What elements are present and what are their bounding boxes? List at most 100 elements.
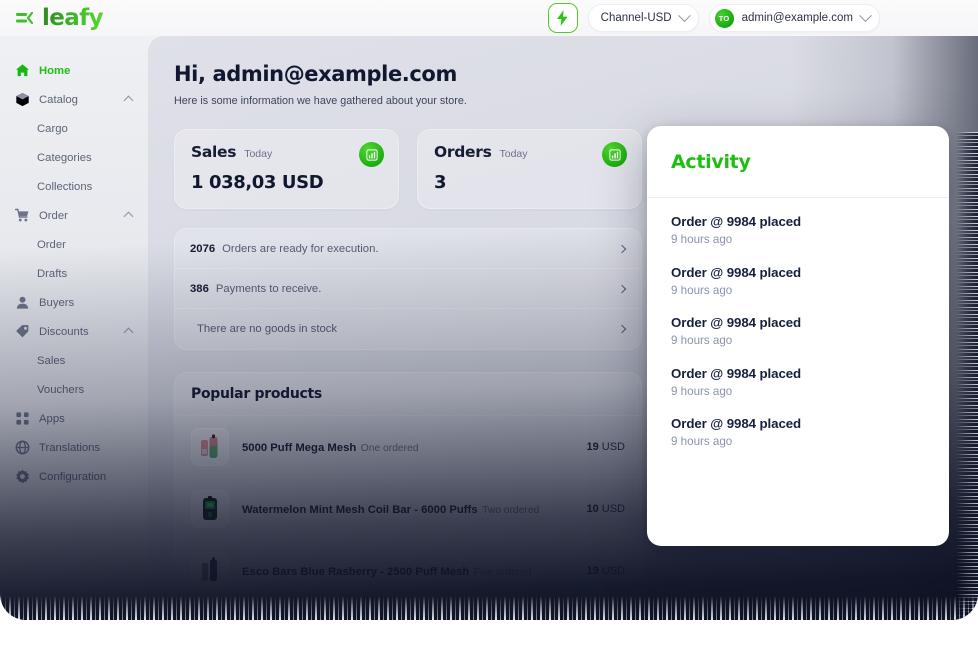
sidebar-item-collections[interactable]: Collections	[0, 172, 148, 201]
task-text: There are no goods in stock	[197, 323, 338, 335]
task-row[interactable]: There are no goods in stock	[175, 309, 641, 349]
chevron-up-icon	[123, 211, 134, 222]
brand-logo-text: leafy	[42, 5, 104, 31]
activity-item-time: 9 hours ago	[671, 233, 733, 246]
product-price-currency: USD	[601, 564, 625, 577]
stat-card-orders[interactable]: Orders Today 3	[417, 129, 642, 209]
activity-item[interactable]: Order @ 9984 placed 9 hours ago	[671, 265, 925, 297]
sidebar-item-cargo[interactable]: Cargo	[0, 114, 148, 143]
activity-panel: Activity Order @ 9984 placed 9 hours ago…	[647, 126, 949, 546]
sidebar-item-order[interactable]: Order	[0, 201, 148, 230]
product-orders: Two ordered	[482, 504, 540, 516]
product-price-currency: USD	[601, 502, 625, 515]
top-bar: leafy Channel-USD TO admin@example.com	[0, 0, 978, 36]
stat-card-header: Orders Today	[434, 143, 625, 161]
product-orders: One ordered	[360, 442, 419, 454]
account-menu[interactable]: TO admin@example.com	[708, 4, 880, 32]
product-row[interactable]: Watermelon Mint Mesh Coil Bar - 6000 Puf…	[175, 478, 641, 540]
task-row[interactable]: 2076 Orders are ready for execution.	[175, 229, 641, 269]
product-name: 5000 Puff Mega Mesh	[242, 441, 357, 454]
stat-card-sales[interactable]: Sales Today 1 038,03 USD	[174, 129, 399, 209]
stat-card-header: Sales Today	[191, 143, 382, 161]
activity-item-time: 9 hours ago	[671, 384, 733, 398]
task-row[interactable]: 386 Payments to receive.	[175, 269, 641, 309]
bottom-white-strip	[0, 620, 978, 646]
lightning-bolt-button[interactable]	[547, 3, 578, 33]
lightning-bolt-icon	[557, 10, 568, 26]
activity-item[interactable]: Order @ 9984 placed 9 hours ago	[671, 416, 925, 448]
collapse-sidebar-glyph	[15, 12, 33, 24]
product-info: Watermelon Mint Mesh Coil Bar - 6000 Puf…	[242, 500, 573, 518]
activity-item[interactable]: Order @ 9984 placed 9 hours ago	[671, 214, 925, 246]
product-info: 5000 Puff Mega Mesh One ordered	[242, 438, 573, 456]
task-text: Payments to receive.	[215, 282, 322, 295]
tag-icon	[14, 324, 30, 340]
activity-item-title: Order @ 9984 placed	[671, 214, 802, 229]
home-icon	[14, 63, 30, 79]
product-row[interactable]: 5000 Puff Mega Mesh One ordered 19 USD	[175, 416, 641, 478]
sidebar-item-home[interactable]: Home	[0, 56, 148, 85]
chevron-right-icon	[617, 324, 627, 334]
task-count: 2076	[190, 242, 216, 255]
cart-icon	[14, 208, 30, 224]
activity-list: Order @ 9984 placed 9 hours ago Order @ …	[647, 198, 949, 448]
product-price-value: 10	[586, 502, 599, 515]
grid-icon	[14, 411, 30, 427]
sidebar-item-label: Discounts	[39, 325, 89, 338]
box-icon	[14, 92, 30, 108]
account-menu-label: admin@example.com	[741, 12, 853, 24]
activity-item-title: Order @ 9984 placed	[671, 315, 802, 330]
sidebar-item-catalog[interactable]: Catalog	[0, 85, 148, 114]
vape-dark-green-thumbnail	[191, 489, 229, 528]
sidebar-item-configuration[interactable]: Configuration	[0, 462, 148, 491]
vape-blue-thumbnail	[191, 551, 229, 590]
vape-pink-green-thumbnail	[191, 427, 229, 466]
sidebar-item-vouchers[interactable]: Vouchers	[0, 375, 148, 404]
globe-icon	[14, 440, 30, 456]
chevron-down-icon	[859, 8, 872, 22]
sidebar-item-label: Apps	[39, 412, 65, 425]
activity-panel-header: Activity	[647, 126, 949, 198]
popular-products-title: Popular products	[175, 373, 641, 416]
product-price-value: 19	[586, 564, 599, 577]
sidebar-item-apps[interactable]: Apps	[0, 404, 148, 433]
collapse-sidebar-icon[interactable]	[14, 10, 34, 26]
sidebar-item-label: Order	[39, 209, 68, 222]
sidebar-item-drafts[interactable]: Drafts	[0, 259, 148, 288]
activity-item-time: 9 hours ago	[671, 435, 733, 448]
sidebar-item-translations[interactable]: Translations	[0, 433, 148, 462]
popular-products-card: Popular products 5000 Puff Mega Mesh One…	[174, 372, 642, 603]
user-icon	[14, 295, 30, 311]
activity-item-title: Order @ 9984 placed	[671, 416, 802, 431]
activity-item[interactable]: Order @ 9984 placed 9 hours ago	[671, 366, 925, 398]
product-price-currency: USD	[601, 440, 625, 453]
sidebar-item-order-sub[interactable]: Order	[0, 230, 148, 259]
channel-selector[interactable]: Channel-USD	[587, 4, 699, 32]
stat-card-value: 3	[434, 172, 447, 193]
sidebar-item-label: Buyers	[39, 296, 75, 309]
screenshot-root: leafy Channel-USD TO admin@example.com H…	[0, 0, 978, 646]
sidebar-item-categories[interactable]: Categories	[0, 143, 148, 172]
activity-item[interactable]: Order @ 9984 placed 9 hours ago	[671, 315, 925, 347]
task-text: Orders are ready for execution.	[222, 242, 379, 255]
product-price: 19 USD	[586, 565, 625, 577]
product-info: Esco Bars Blue Rasberry - 2500 Puff Mesh…	[242, 562, 573, 580]
product-row[interactable]: Esco Bars Blue Rasberry - 2500 Puff Mesh…	[175, 540, 641, 602]
activity-item-time: 9 hours ago	[671, 283, 733, 297]
product-price: 19 USD	[586, 441, 625, 453]
sidebar-item-discounts[interactable]: Discounts	[0, 317, 148, 346]
sidebar: Home Catalog Cargo Categories Collection…	[0, 36, 148, 620]
stat-card-period: Today	[499, 148, 528, 160]
chevron-right-icon	[617, 284, 627, 293]
channel-selector-label: Channel-USD	[600, 12, 672, 24]
product-name: Esco Bars Blue Rasberry - 2500 Puff Mesh	[242, 565, 470, 578]
brand-logo[interactable]: leafy	[42, 2, 103, 34]
bar-chart-icon	[359, 142, 384, 167]
avatar: TO	[714, 8, 734, 28]
sidebar-item-label: Home	[39, 64, 71, 77]
chevron-down-icon	[677, 8, 691, 22]
sidebar-item-sales[interactable]: Sales	[0, 346, 148, 375]
activity-item-time: 9 hours ago	[671, 334, 733, 347]
sidebar-item-label: Configuration	[39, 470, 107, 483]
sidebar-item-buyers[interactable]: Buyers	[0, 288, 148, 317]
